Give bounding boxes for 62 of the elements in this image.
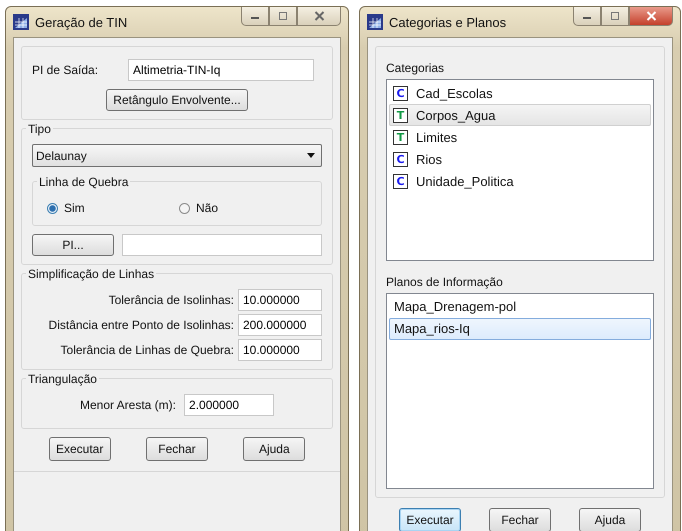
list-item-label: Corpos_Agua <box>416 108 496 122</box>
list-item-label: Cad_Escolas <box>416 86 493 100</box>
type-dropdown[interactable]: Delaunay <box>32 144 322 167</box>
dialog-button[interactable]: Fechar <box>146 437 208 461</box>
list-item[interactable]: C Rios <box>389 148 651 170</box>
grid-icon <box>367 14 383 30</box>
group-title: Triangulação <box>26 372 99 386</box>
maximize-icon <box>278 11 288 21</box>
radio-option[interactable]: Sim <box>47 201 179 215</box>
list-item[interactable]: T Limites <box>389 126 651 148</box>
radio-icon[interactable] <box>179 202 190 214</box>
close-icon <box>646 11 656 21</box>
minimize-button[interactable] <box>573 7 601 26</box>
field-label: Distância entre Ponto de Isolinhas: <box>48 318 234 332</box>
category-badge: C <box>393 152 408 166</box>
minimize-button[interactable] <box>241 7 269 26</box>
list-item-label: Unidade_Politica <box>416 174 514 188</box>
radio-option[interactable]: Não <box>179 201 311 215</box>
category-badge: C <box>393 174 408 188</box>
category-badge: T <box>393 130 408 144</box>
pi-button[interactable]: PI... <box>32 234 114 256</box>
window-title: Geração de TIN <box>35 14 128 30</box>
radio-icon[interactable] <box>47 202 58 214</box>
number-field[interactable]: 200.000000 <box>238 314 322 336</box>
category-badge: T <box>393 108 408 122</box>
list-item-label: Rios <box>416 152 442 166</box>
close-button[interactable] <box>297 7 341 26</box>
close-icon <box>314 11 324 21</box>
group-title: Tipo <box>26 122 53 136</box>
window-title: Categorias e Planos <box>389 14 508 30</box>
dropdown-arrow-icon <box>307 153 315 158</box>
list-item[interactable]: T Corpos_Agua <box>389 104 651 126</box>
list-item[interactable]: C Cad_Escolas <box>389 82 651 104</box>
maximize-button[interactable] <box>601 7 629 26</box>
number-field[interactable]: 2.000000 <box>184 394 274 416</box>
bounds-button[interactable]: Retângulo Envolvente... <box>106 89 248 111</box>
dialog-button[interactable]: Executar <box>399 508 461 531</box>
category-badge: C <box>393 86 408 100</box>
maximize-button[interactable] <box>269 7 297 26</box>
grid-icon <box>13 14 29 30</box>
number-field[interactable]: 10.000000 <box>238 339 322 361</box>
field-label: Menor Aresta (m): <box>80 398 176 412</box>
list-item[interactable]: C Unidade_Politica <box>389 170 651 192</box>
list-item-label: Limites <box>416 130 458 144</box>
dialog-button[interactable]: Ajuda <box>579 508 641 531</box>
dialog-button[interactable]: Ajuda <box>243 437 306 461</box>
field-label: Tolerância de Linhas de Quebra: <box>60 343 234 357</box>
close-button[interactable] <box>629 7 673 26</box>
output-name-field[interactable]: Altimetria-TIN-Iq <box>128 59 314 81</box>
maximize-icon <box>610 11 620 21</box>
pi-field[interactable] <box>122 234 322 256</box>
field-label: Tolerância de Isolinhas: <box>108 293 234 307</box>
number-field[interactable]: 10.000000 <box>238 289 322 311</box>
dialog-button[interactable]: Fechar <box>489 508 551 531</box>
group-title: Simplificação de Linhas <box>26 267 156 281</box>
list-title: Categorias <box>386 61 446 75</box>
dialog-button[interactable]: Executar <box>48 437 111 461</box>
group-title: Linha de Quebra <box>37 175 130 189</box>
list-item[interactable]: Mapa_rios-Iq <box>389 318 651 340</box>
list-item[interactable]: Mapa_Drenagem-pol <box>389 296 651 318</box>
list-title: Planos de Informação <box>386 275 504 289</box>
field-label: PI de Saída: <box>32 63 98 77</box>
